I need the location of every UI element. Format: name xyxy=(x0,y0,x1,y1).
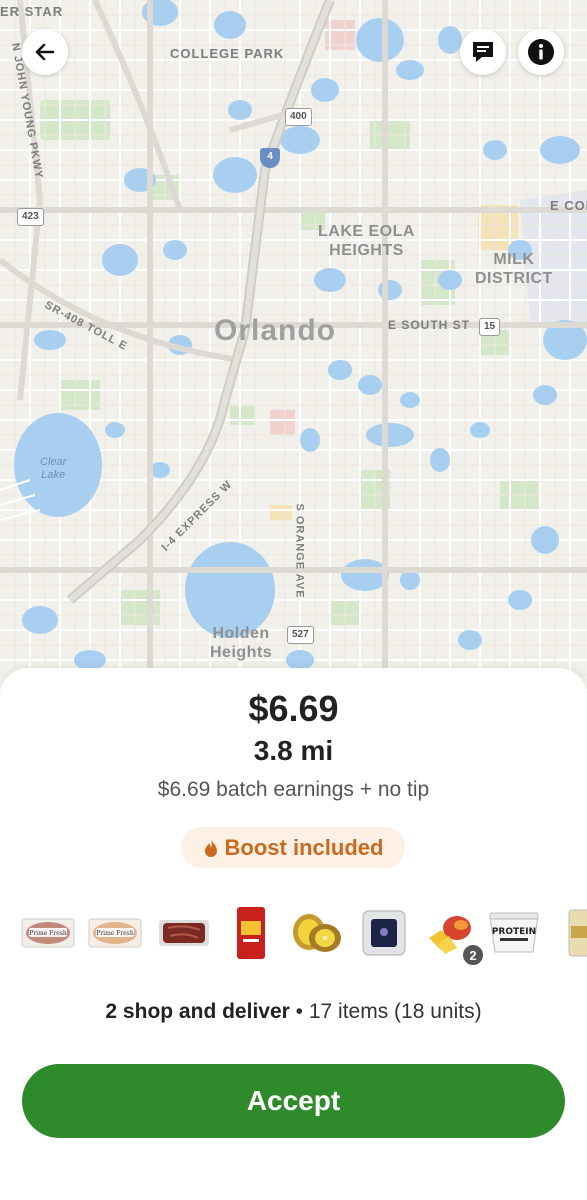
info-icon xyxy=(528,39,554,65)
earnings-amount: $6.69 xyxy=(248,688,339,729)
item-thumb-prime-fresh-ham: Prime Fresh xyxy=(20,902,76,964)
item-thumb-packaged xyxy=(356,902,412,964)
trip-distance: 3.8 mi xyxy=(253,735,334,766)
offer-sheet: $6.69 3.8 mi $6.69 batch earnings + no t… xyxy=(0,668,587,1200)
map-label-star: ER STAR xyxy=(0,4,64,19)
item-label: Prime Fresh xyxy=(96,930,134,937)
info-button[interactable] xyxy=(518,29,564,75)
shield-i4: 4 xyxy=(260,148,280,168)
item-label: PROTEIN xyxy=(492,927,536,937)
item-thumb-mango: 2 xyxy=(422,902,484,966)
batch-summary: 2 shop and deliver • 17 items (18 units) xyxy=(105,1000,482,1023)
accept-button[interactable]: Accept xyxy=(22,1064,565,1138)
map-label-orlando: Orlando xyxy=(214,314,337,347)
map-label-holden-heights: Holden Heights xyxy=(210,625,273,661)
shield-423: 423 xyxy=(17,208,44,226)
item-thumb-steak xyxy=(156,902,212,964)
earnings-breakdown: $6.69 batch earnings + no tip xyxy=(157,778,430,801)
map-label-orange-ave: S ORANGE AVE xyxy=(293,503,306,599)
item-label: Prime Fresh xyxy=(29,930,67,937)
map-label-south-st: E SOUTH ST xyxy=(388,318,471,332)
chat-icon xyxy=(473,42,493,62)
map-view[interactable]: ER STAR COLLEGE PARK N JOHN YOUNG PKWY L… xyxy=(0,0,587,700)
item-thumb-pasta-bag xyxy=(223,902,279,964)
map-label-clear-lake: Clear Lake xyxy=(40,456,67,481)
map-label-college-park: COLLEGE PARK xyxy=(170,46,285,61)
item-thumb-protein-yogurt: PROTEIN xyxy=(486,902,542,964)
item-thumb-prime-fresh-turkey: Prime Fresh xyxy=(87,902,143,964)
back-button[interactable] xyxy=(22,29,68,75)
item-thumb-partial xyxy=(565,902,587,964)
item-thumbnails[interactable]: Prime Fresh Prime Fresh 2 PROTEIN xyxy=(0,902,587,966)
arrow-left-icon xyxy=(35,43,55,61)
map-label-lake-eola: LAKE EOLA HEIGHTS xyxy=(318,223,415,259)
shield-527: 527 xyxy=(287,626,314,644)
boost-badge: Boost included xyxy=(181,827,405,868)
item-thumb-kiwi xyxy=(288,902,344,964)
quantity-badge: 2 xyxy=(462,944,484,966)
shield-400: 400 xyxy=(285,108,312,126)
flame-icon xyxy=(204,838,217,857)
map-label-e-col: E COL xyxy=(550,198,587,213)
boost-label: Boost included xyxy=(224,834,384,860)
map-label-milk-district: MILK DISTRICT xyxy=(475,251,553,287)
chat-button[interactable] xyxy=(460,29,506,75)
shield-15: 15 xyxy=(479,318,501,336)
